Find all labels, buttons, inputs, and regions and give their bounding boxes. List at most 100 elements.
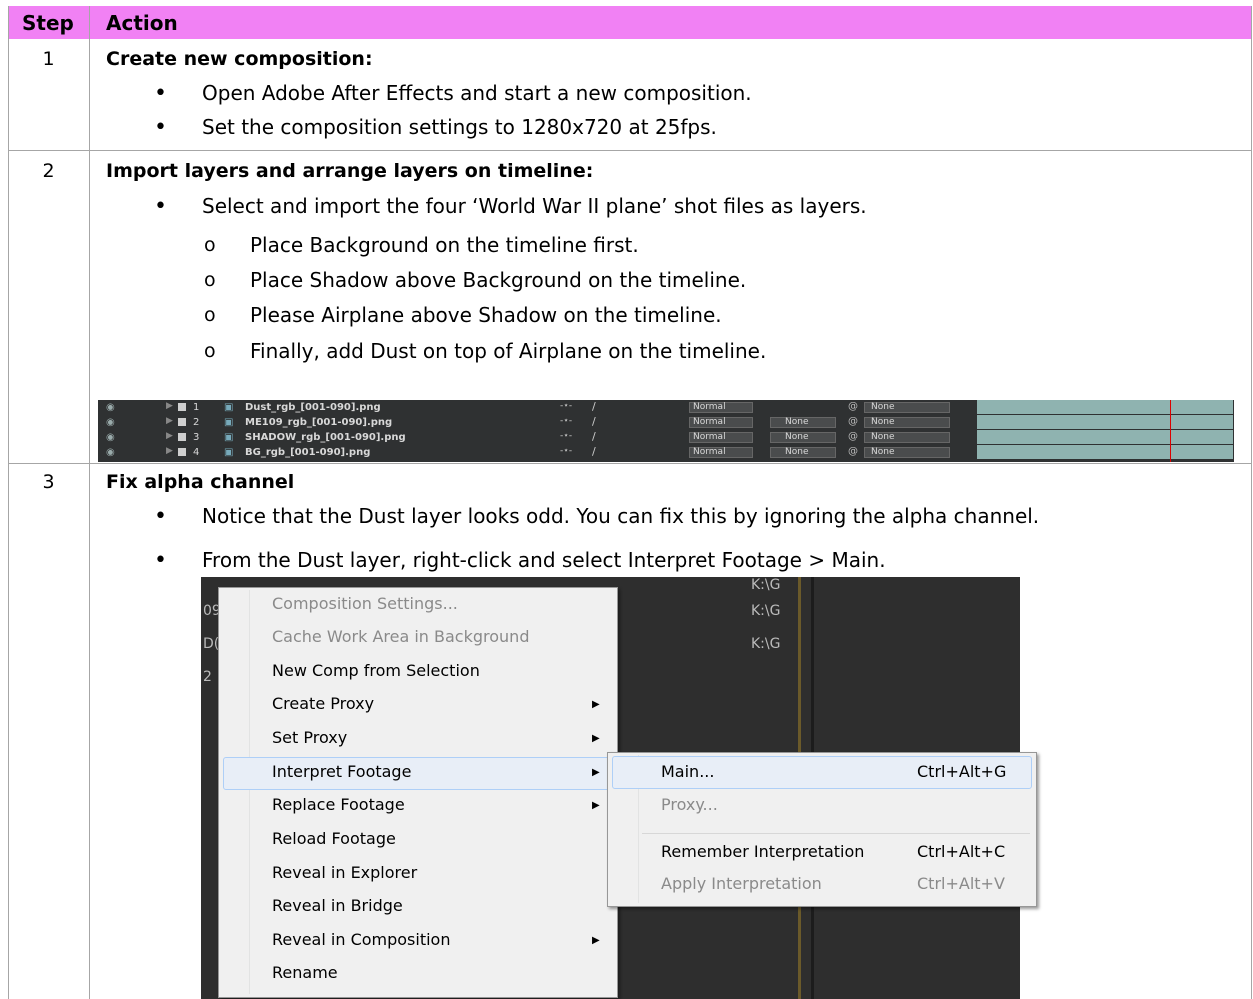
footage-icon: ▣: [224, 447, 234, 458]
table-border-left: [8, 6, 9, 999]
list-item-text: Please Airplane above Shadow on the time…: [250, 303, 722, 327]
file-path-text: K:\G: [751, 577, 781, 593]
label-color-swatch[interactable]: [178, 433, 186, 441]
eye-icon[interactable]: ◉: [106, 447, 115, 458]
menu-item-reveal-in-explorer[interactable]: Reveal in Explorer: [272, 863, 417, 882]
menu-item-replace-footage[interactable]: Replace Footage: [272, 795, 405, 814]
context-menu: Composition Settings... Cache Work Area …: [218, 587, 618, 998]
file-path-text: K:\G: [751, 603, 781, 619]
blend-mode-select[interactable]: Normal: [689, 432, 753, 443]
step-number: 2: [42, 160, 55, 182]
header-action: Action: [106, 11, 178, 35]
layer-name[interactable]: Dust_rgb_[001-090].png: [245, 402, 381, 413]
timeline-layer-row[interactable]: ◉ ▶ 1 ▣ Dust_rgb_[001-090].png -⋆- / Nor…: [98, 400, 1234, 415]
menu-item-cache-work-area[interactable]: Cache Work Area in Background: [272, 627, 529, 646]
timeline-layer-row[interactable]: ◉ ▶ 2 ▣ ME109_rgb_[001-090].png -⋆- / No…: [98, 415, 1234, 430]
list-item-text: Place Shadow above Background on the tim…: [250, 268, 747, 292]
blend-mode-select[interactable]: Normal: [689, 402, 753, 413]
layer-duration-bar[interactable]: [977, 400, 1233, 414]
expand-triangle-icon[interactable]: ▶: [166, 416, 173, 426]
document-page: Step Action 1 Create new composition: • …: [0, 0, 1253, 999]
footage-icon: ▣: [224, 417, 234, 428]
expand-triangle-icon[interactable]: ▶: [166, 401, 173, 411]
shy-switch-icon[interactable]: -⋆-: [560, 446, 572, 456]
submenu-arrow-icon: ▶: [592, 699, 600, 710]
track-matte-select[interactable]: None: [770, 417, 836, 428]
layer-duration-bar[interactable]: [977, 430, 1233, 444]
timeline-layer-row[interactable]: ◉ ▶ 4 ▣ BG_rgb_[001-090].png -⋆- / Norma…: [98, 445, 1234, 460]
circle-bullet-icon: o: [204, 269, 216, 291]
layer-number: 1: [193, 402, 200, 413]
menu-item-composition-settings[interactable]: Composition Settings...: [272, 594, 458, 613]
layer-name[interactable]: SHADOW_rgb_[001-090].png: [245, 432, 406, 443]
parent-select[interactable]: None: [864, 402, 950, 413]
bullet-icon: •: [154, 81, 167, 106]
menu-separator: [642, 833, 1030, 834]
list-item-text: Set the composition settings to 1280x720…: [202, 115, 717, 139]
row-divider-2: [8, 463, 1252, 464]
parent-pickwhip-icon[interactable]: @: [848, 446, 858, 457]
label-color-swatch[interactable]: [178, 418, 186, 426]
blend-mode-select[interactable]: Normal: [689, 447, 753, 458]
layer-number: 3: [193, 432, 200, 443]
bullet-icon: •: [154, 115, 167, 140]
label-color-swatch[interactable]: [178, 403, 186, 411]
track-matte-select[interactable]: None: [770, 447, 836, 458]
menu-item-new-comp-from-selection[interactable]: New Comp from Selection: [272, 661, 480, 680]
eye-icon[interactable]: ◉: [106, 402, 115, 413]
layer-duration-bar[interactable]: [977, 415, 1233, 429]
row-divider-1: [8, 150, 1252, 151]
expand-triangle-icon[interactable]: ▶: [166, 431, 173, 441]
parent-select[interactable]: None: [864, 432, 950, 443]
parent-pickwhip-icon[interactable]: @: [848, 431, 858, 442]
current-time-indicator[interactable]: [1170, 400, 1171, 462]
layer-duration-bar[interactable]: [977, 445, 1233, 459]
list-item-text: Select and import the four ‘World War II…: [202, 194, 867, 218]
step-number: 3: [42, 471, 55, 493]
menu-item-create-proxy[interactable]: Create Proxy: [272, 694, 374, 713]
menu-item-main[interactable]: Main...: [661, 762, 714, 781]
parent-select[interactable]: None: [864, 417, 950, 428]
step-number: 1: [42, 48, 55, 70]
menu-item-rename[interactable]: Rename: [272, 963, 338, 982]
obscured-text: D(: [203, 636, 220, 652]
expand-triangle-icon[interactable]: ▶: [166, 446, 173, 456]
shy-switch-icon[interactable]: -⋆-: [560, 401, 572, 411]
table-header: Step Action: [8, 6, 1252, 39]
quality-switch-icon[interactable]: /: [592, 400, 596, 413]
table-border-right: [1251, 6, 1252, 999]
footage-icon: ▣: [224, 402, 234, 413]
label-color-swatch[interactable]: [178, 448, 186, 456]
menu-item-reveal-in-composition[interactable]: Reveal in Composition: [272, 930, 450, 949]
layer-name[interactable]: BG_rgb_[001-090].png: [245, 447, 370, 458]
menu-item-interpret-footage[interactable]: Interpret Footage: [272, 762, 411, 781]
quality-switch-icon[interactable]: /: [592, 445, 596, 458]
quality-switch-icon[interactable]: /: [592, 430, 596, 443]
timeline-layer-row[interactable]: ◉ ▶ 3 ▣ SHADOW_rgb_[001-090].png -⋆- / N…: [98, 430, 1234, 445]
quality-switch-icon[interactable]: /: [592, 415, 596, 428]
timeline-screenshot: ◉ ▶ 1 ▣ Dust_rgb_[001-090].png -⋆- / Nor…: [98, 400, 1234, 462]
menu-item-remember-interpretation[interactable]: Remember Interpretation: [661, 842, 864, 861]
parent-select[interactable]: None: [864, 447, 950, 458]
menu-item-proxy[interactable]: Proxy...: [661, 795, 718, 814]
menu-item-reveal-in-bridge[interactable]: Reveal in Bridge: [272, 896, 403, 915]
menu-item-apply-interpretation[interactable]: Apply Interpretation: [661, 874, 822, 893]
eye-icon[interactable]: ◉: [106, 432, 115, 443]
parent-pickwhip-icon[interactable]: @: [848, 416, 858, 427]
obscured-text: 2: [203, 669, 212, 685]
layer-name[interactable]: ME109_rgb_[001-090].png: [245, 417, 392, 428]
shortcut-remember: Ctrl+Alt+C: [917, 842, 1006, 861]
menu-item-set-proxy[interactable]: Set Proxy: [272, 728, 347, 747]
header-step: Step: [22, 11, 74, 35]
menu-gutter: [249, 590, 250, 994]
shy-switch-icon[interactable]: -⋆-: [560, 416, 572, 426]
submenu-arrow-icon: ▶: [592, 800, 600, 811]
shy-switch-icon[interactable]: -⋆-: [560, 431, 572, 441]
list-item-text: Notice that the Dust layer looks odd. Yo…: [202, 504, 1040, 528]
eye-icon[interactable]: ◉: [106, 417, 115, 428]
parent-pickwhip-icon[interactable]: @: [848, 401, 858, 412]
blend-mode-select[interactable]: Normal: [689, 417, 753, 428]
track-matte-select[interactable]: None: [770, 432, 836, 443]
layer-number: 2: [193, 417, 200, 428]
menu-item-reload-footage[interactable]: Reload Footage: [272, 829, 396, 848]
